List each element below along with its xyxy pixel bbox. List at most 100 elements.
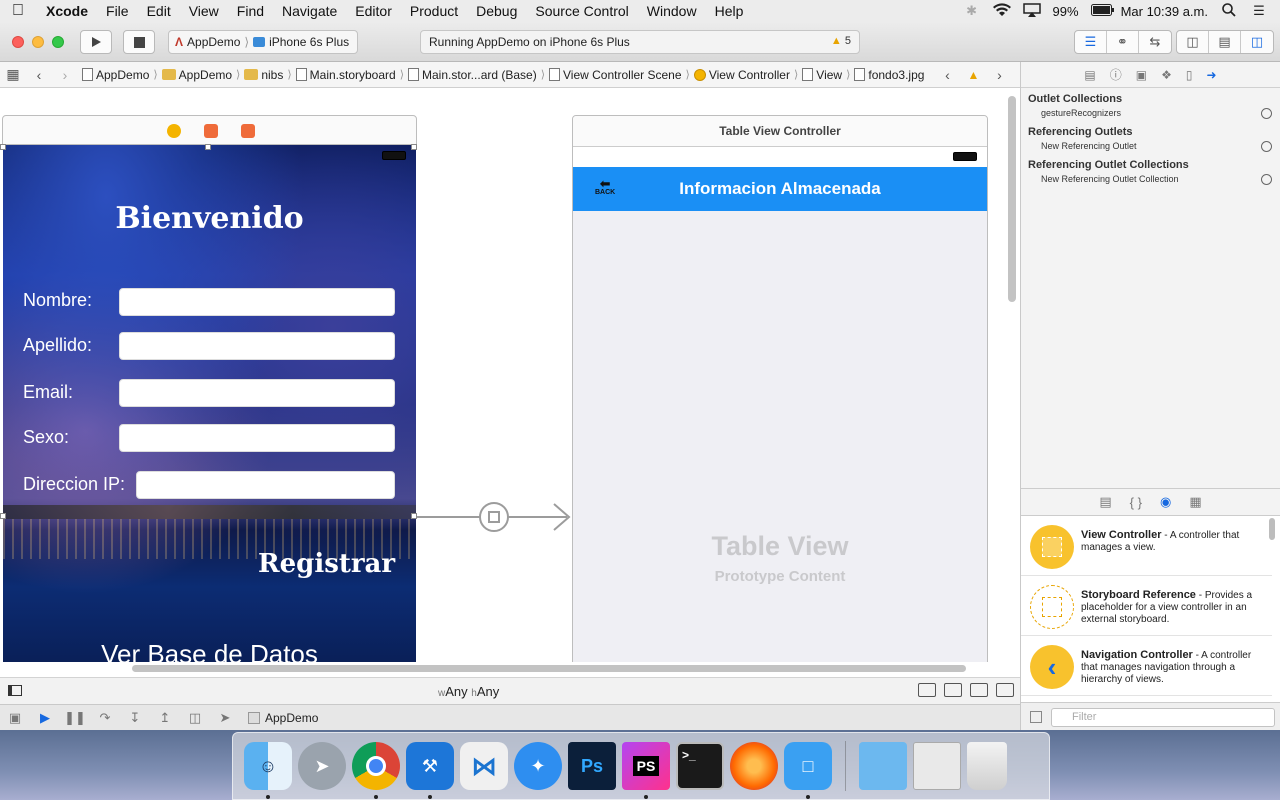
pause-icon[interactable]: ❚❚ (60, 710, 90, 726)
table-view-controller-scene-title[interactable]: Table View Controller (573, 116, 987, 147)
canvas-vertical-scrollbar[interactable] (1008, 96, 1016, 302)
attributes-inspector-icon[interactable]: ❖ (1161, 68, 1172, 82)
step-into-icon[interactable]: ↧ (120, 710, 150, 726)
back-bar-button[interactable]: ⬅ BACK (595, 177, 615, 197)
version-editor-button[interactable]: ⇆ (1139, 31, 1171, 53)
embed-stack-icon[interactable] (918, 683, 936, 697)
align-icon[interactable] (944, 683, 962, 697)
terminal-icon[interactable]: >_ (676, 742, 724, 790)
related-items-icon[interactable]: ▦ (0, 66, 26, 83)
scheme-selector[interactable]: Λ AppDemo ⟩ iPhone 6s Plus (168, 30, 358, 54)
menu-help[interactable]: Help (706, 3, 753, 19)
previous-issue-button[interactable]: ‹ (934, 67, 960, 83)
connection-circle[interactable] (1261, 108, 1272, 119)
simulate-location-icon[interactable]: ➤ (210, 710, 240, 726)
battery-icon[interactable] (1090, 3, 1114, 19)
menu-file[interactable]: File (97, 3, 138, 19)
file-inspector-icon[interactable]: ▤ (1084, 68, 1095, 82)
menu-product[interactable]: Product (401, 3, 467, 19)
email-label[interactable]: Email: (23, 382, 73, 403)
media-library-icon[interactable]: ▦ (1189, 494, 1201, 510)
forward-nav-button[interactable]: › (52, 67, 78, 83)
zoom-window-button[interactable] (52, 36, 64, 48)
direccion-ip-text-field[interactable] (136, 471, 395, 499)
folder-icon[interactable] (859, 742, 907, 790)
nombre-label[interactable]: Nombre: (23, 290, 92, 311)
nombre-text-field[interactable] (119, 288, 395, 316)
chrome-icon[interactable] (352, 742, 400, 799)
menu-app-name[interactable]: Xcode (36, 3, 97, 19)
hide-debug-area-icon[interactable]: ▣ (0, 710, 30, 726)
assistant-editor-button[interactable]: ⚭ (1107, 31, 1139, 53)
notification-center-icon[interactable]: ☰ (1250, 3, 1268, 19)
stop-button[interactable] (123, 30, 155, 54)
connection-circle[interactable] (1261, 141, 1272, 152)
menu-window[interactable]: Window (638, 3, 706, 19)
register-button[interactable]: Registrar (258, 549, 395, 579)
menu-view[interactable]: View (180, 3, 228, 19)
launchpad-icon[interactable]: ➤ (298, 742, 346, 790)
menu-navigate[interactable]: Navigate (273, 3, 346, 19)
table-nav-title[interactable]: Informacion Almacenada (679, 179, 881, 199)
back-nav-button[interactable]: ‹ (26, 67, 52, 83)
table-view-controller-scene[interactable]: Table View Controller ⬅ BACK Informacion … (572, 115, 988, 662)
storyboard-canvas[interactable]: Bienvenido Nombre: Apellido: Email: Sexo… (0, 89, 1020, 662)
vscode-icon[interactable]: ⋈ (460, 742, 508, 790)
xcode-icon[interactable]: ⚒ (406, 742, 454, 799)
quick-help-icon[interactable]: ⓘ (1110, 66, 1122, 83)
resize-handle[interactable] (0, 513, 6, 519)
breadcrumb-project[interactable]: AppDemo (78, 68, 153, 82)
size-inspector-icon[interactable]: ▯ (1186, 68, 1193, 82)
photoshop-icon[interactable]: Ps (568, 742, 616, 790)
connections-inspector-icon[interactable]: ➜ (1207, 68, 1217, 82)
apellido-text-field[interactable] (119, 332, 395, 360)
clock[interactable]: Mar 10:39 a.m. (1121, 4, 1208, 19)
library-scrollbar[interactable] (1269, 518, 1275, 540)
navigator-toggle-button[interactable]: ◫ (1177, 31, 1209, 53)
spotlight-icon[interactable] (1220, 2, 1238, 20)
document-outline-toggle-icon[interactable] (8, 685, 22, 696)
bluetooth-icon[interactable]: ✱ (963, 3, 981, 19)
canvas-horizontal-scrollbar[interactable] (132, 665, 966, 672)
breakpoints-toggle-icon[interactable]: ▶ (30, 710, 60, 726)
identity-inspector-icon[interactable]: ▣ (1136, 68, 1147, 82)
airplay-icon[interactable] (1022, 2, 1041, 20)
finder-icon[interactable]: ☺ (244, 742, 292, 799)
size-class-selector[interactable]: wAny hAny (438, 684, 499, 699)
connection-circle[interactable] (1261, 174, 1272, 185)
resolve-layout-icon[interactable] (996, 683, 1014, 697)
wifi-icon[interactable] (992, 2, 1011, 20)
warnings-indicator[interactable]: ▲ 5 (831, 35, 851, 47)
pin-icon[interactable] (970, 683, 988, 697)
code-snippet-library-icon[interactable]: { } (1130, 495, 1142, 510)
view-controller-view[interactable]: Bienvenido Nombre: Apellido: Email: Sexo… (3, 145, 416, 662)
simulator-icon[interactable]: □ (784, 742, 832, 799)
utilities-toggle-button[interactable]: ◫ (1241, 31, 1273, 53)
exit-dock-icon[interactable] (241, 124, 255, 138)
firefox-icon[interactable] (730, 742, 778, 790)
resize-handle[interactable] (0, 144, 6, 150)
issue-warning-icon[interactable]: ▲ (960, 68, 986, 82)
breadcrumb-image[interactable]: fondo3.jpg (850, 68, 928, 82)
preview-icon[interactable] (913, 742, 961, 790)
run-button[interactable] (80, 30, 112, 54)
menu-edit[interactable]: Edit (138, 3, 180, 19)
object-library-icon[interactable]: ◉ (1160, 494, 1171, 510)
first-responder-dock-icon[interactable] (204, 124, 218, 138)
next-issue-button[interactable]: › (986, 67, 1012, 83)
menu-editor[interactable]: Editor (346, 3, 401, 19)
grid-view-toggle-icon[interactable] (1030, 711, 1042, 723)
debug-area-toggle-button[interactable]: ▤ (1209, 31, 1241, 53)
apple-menu-icon[interactable]:  (0, 2, 36, 20)
step-out-icon[interactable]: ↥ (150, 710, 180, 726)
step-over-icon[interactable]: ↷ (90, 710, 120, 726)
view-controller-dock-icon[interactable] (167, 124, 181, 138)
breadcrumb-nibs[interactable]: nibs (240, 68, 287, 82)
resize-handle[interactable] (411, 144, 417, 150)
standard-editor-button[interactable]: ☰ (1075, 31, 1107, 53)
process-selector[interactable]: AppDemo (248, 711, 318, 725)
safari-icon[interactable]: ✦ (514, 742, 562, 790)
apellido-label[interactable]: Apellido: (23, 335, 92, 356)
segue-node[interactable] (479, 502, 509, 532)
trash-icon[interactable] (967, 742, 1007, 790)
